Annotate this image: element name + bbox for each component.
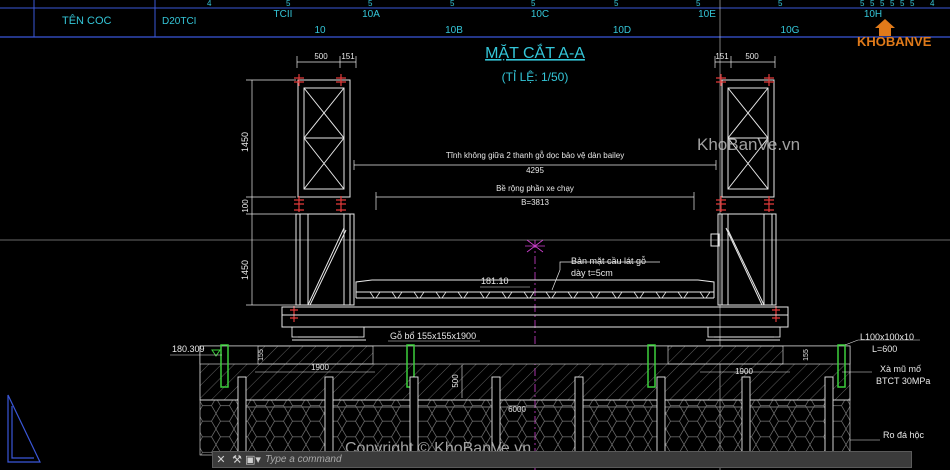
pile (824, 376, 834, 456)
header-row1-mark: 5 (860, 0, 865, 8)
right-leaders (842, 339, 920, 441)
command-input[interactable]: Type a command (261, 454, 342, 465)
deck-beam (677, 291, 689, 299)
deck-beam (589, 291, 601, 299)
header-row1-mark: 5 (531, 0, 536, 8)
header-row3-name: 10D (613, 25, 631, 36)
bearing-blocks (291, 326, 781, 341)
dim-155-right: 155 (803, 349, 810, 361)
angle-note-1: L100x100x10 (860, 332, 914, 342)
header-row3-name: 10G (781, 25, 800, 36)
timber-block-note: Gỗ bổ 155x155x1900 (390, 331, 476, 341)
header-row1-mark: 5 (900, 0, 905, 8)
deck-elevation: 181.10 (481, 276, 509, 286)
lane-width-value: B=3813 (521, 198, 549, 207)
deck-note-1: Bản mặt cầu lát gỗ (571, 256, 646, 266)
angle-note-2: L=600 (872, 344, 897, 354)
logo-text: KHOBANVE (857, 34, 932, 49)
pile (324, 376, 334, 456)
header-row1-mark: 5 (286, 0, 291, 8)
cad-drawing-canvas[interactable]: TÊN COC D20TCI 455555555555554 TCII 10A 10… (0, 0, 950, 470)
dim-1900-left: 1900 (311, 363, 329, 372)
header-row1-mark: 5 (368, 0, 373, 8)
header-row1-mark: 5 (778, 0, 783, 8)
deck-beam (479, 291, 491, 299)
header-row2-names: TCII 10A 10C 10E 10H (274, 9, 883, 20)
clear-width-note: Tĩnh không giữa 2 thanh gỗ dọc bảo vệ dà… (446, 151, 624, 160)
dim-155-left: 155 (258, 349, 265, 361)
deck-beam (699, 291, 711, 299)
clear-width-value: 4295 (526, 166, 544, 175)
dim-1450-top: 1450 (240, 132, 250, 152)
pile (574, 376, 584, 456)
dim-100: 100 (241, 199, 250, 213)
deck-beam (567, 291, 579, 299)
lane-width-note: Bề rộng phần xe chạy (496, 184, 574, 193)
header-row2-name: 10E (698, 9, 716, 20)
deck-beam (435, 291, 447, 299)
header-row1-mark: 5 (880, 0, 885, 8)
header-row3-names: 10 10B 10D 10G (314, 25, 799, 36)
header-row1-mark: 4 (207, 0, 212, 8)
deck-beam (611, 291, 623, 299)
deck-beam (369, 291, 381, 299)
header-value: D20TCI (162, 16, 196, 27)
dim-500-vertical: 500 (451, 374, 460, 388)
section-title: MẶT CẮT A-A (485, 43, 585, 62)
deck-beam (457, 291, 469, 299)
rock-note: Ro đá hộc (883, 430, 925, 440)
deck (281, 279, 789, 328)
header-row3-name: 10 (314, 25, 326, 36)
dim-500-right: 500 (745, 52, 759, 61)
header-table: TÊN COC D20TCI 455555555555554 TCII 10A 10… (0, 0, 950, 38)
elevation-left: 180.309 (172, 344, 205, 354)
dim-1450-bot: 1450 (240, 260, 250, 280)
close-icon[interactable]: ✕ (213, 452, 229, 467)
dim-151-left: 151 (341, 52, 355, 61)
command-prompt-icon[interactable]: ▣▾ (245, 452, 261, 467)
header-row1-mark: 4 (930, 0, 935, 8)
right-bailey-truss (710, 79, 777, 306)
ucs-icon (7, 394, 41, 463)
deck-beam (523, 291, 535, 299)
cap-note-2: BTCT 30MPa (876, 376, 930, 386)
header-row1-mark: 5 (890, 0, 895, 8)
header-row3-name: 10B (445, 25, 463, 36)
deck-beam (633, 291, 645, 299)
pile (237, 376, 247, 456)
cap-note-1: Xà mũ mố (880, 364, 921, 374)
header-label: TÊN COC (62, 14, 112, 27)
header-row2-name: 10C (531, 9, 549, 20)
dim-1900-right: 1900 (735, 367, 753, 376)
deck-beam (501, 291, 513, 299)
header-row1-marks: 455555555555554 (207, 0, 935, 8)
dim-151-right: 151 (715, 52, 729, 61)
header-row2-name: TCII (274, 9, 293, 20)
deck-beam (545, 291, 557, 299)
header-row1-mark: 5 (614, 0, 619, 8)
header-row1-mark: 5 (696, 0, 701, 8)
pile (656, 376, 666, 456)
header-row1-mark: 5 (870, 0, 875, 8)
dim-500-left: 500 (314, 52, 328, 61)
wrench-icon[interactable]: ⚒ (229, 452, 245, 467)
command-line[interactable]: ✕ ⚒ ▣▾ Type a command (212, 451, 912, 468)
header-row1-mark: 5 (910, 0, 915, 8)
header-row1-mark: 5 (450, 0, 455, 8)
deck-beam (655, 291, 667, 299)
deck-beams (369, 291, 711, 299)
pile (741, 376, 751, 456)
deck-note-2: dày t=5cm (571, 268, 613, 278)
header-row2-name: 10A (362, 9, 380, 20)
deck-beam (391, 291, 403, 299)
left-bailey-truss (295, 79, 355, 306)
left-vertical-dimensions (246, 79, 296, 306)
section-scale: (TỈ LỆ: 1/50) (502, 69, 569, 84)
deck-beam (413, 291, 425, 299)
watermark-site: KhoBanVe.vn (697, 135, 800, 154)
khobanve-logo: KHOBANVE (855, 15, 943, 59)
